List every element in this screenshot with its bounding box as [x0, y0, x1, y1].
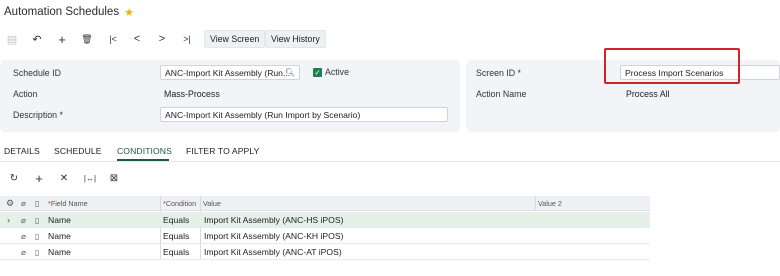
note-icon: ▯	[35, 199, 40, 208]
table-row[interactable]: › ⌀ ▯ Name Equals Import Kit Assembly (A…	[0, 212, 650, 228]
cell-field-name[interactable]: Name	[48, 228, 71, 244]
delete-row-icon[interactable]: ✕	[57, 171, 71, 185]
undo-icon[interactable]: ↶	[29, 30, 45, 48]
attachment-icon[interactable]: ⌀	[21, 244, 26, 260]
tab-details[interactable]: DETAILS	[4, 146, 40, 156]
action-value: Mass-Process	[164, 89, 220, 99]
attachment-icon[interactable]: ⌀	[21, 228, 26, 244]
grid-toolbar: ↻ + ✕ |↔| ⊠	[0, 171, 200, 186]
row-expand-icon[interactable]: ›	[7, 212, 10, 228]
active-checkbox[interactable]: ✓	[313, 68, 322, 77]
schedule-id-field[interactable]: ANC-Import Kit Assembly (Run... 🔍︎	[160, 65, 300, 80]
attachment-icon: ⌀	[21, 199, 26, 208]
action-name-value: Process All	[626, 89, 670, 99]
cell-value[interactable]: Import Kit Assembly (ANC-HS iPOS)	[204, 212, 343, 228]
cell-value[interactable]: Import Kit Assembly (ANC-KH iPOS)	[204, 228, 343, 244]
note-icon[interactable]: ▯	[35, 228, 39, 244]
search-icon[interactable]: 🔍︎	[285, 68, 295, 77]
table-row[interactable]: ⌀ ▯ Name Equals Import Kit Assembly (ANC…	[0, 244, 650, 260]
view-screen-button[interactable]: View Screen	[204, 30, 266, 48]
fit-columns-icon[interactable]: |↔|	[82, 171, 98, 185]
description-field[interactable]: ANC-Import Kit Assembly (Run Import by S…	[160, 107, 448, 122]
cell-field-name[interactable]: Name	[48, 244, 71, 260]
col-header-condition[interactable]: * Condition	[163, 196, 196, 211]
last-record-icon[interactable]: >|	[179, 30, 195, 48]
highlight-annotation	[604, 48, 740, 84]
action-label: Action	[13, 89, 38, 99]
description-label: Description *	[13, 110, 63, 120]
grid-header: ⚙ ⌀ ▯ * Field Name * Condition Value Value…	[0, 196, 650, 211]
col-header-value[interactable]: Value	[203, 196, 221, 211]
tabs-divider	[0, 161, 780, 162]
description-value: ANC-Import Kit Assembly (Run Import by S…	[165, 109, 361, 120]
main-toolbar: ▤ ↶ + 🗑 |< < > >| View Screen View Histo…	[0, 30, 780, 48]
view-history-button[interactable]: View History	[265, 30, 326, 48]
next-record-icon[interactable]: >	[154, 30, 170, 48]
cell-condition[interactable]: Equals	[163, 244, 189, 260]
cell-condition[interactable]: Equals	[163, 212, 189, 228]
refresh-icon[interactable]: ↻	[7, 171, 21, 185]
screen-id-label: Screen ID *	[476, 68, 521, 78]
action-name-label: Action Name	[476, 89, 527, 99]
tab-conditions[interactable]: CONDITIONS	[117, 146, 172, 156]
tab-schedule[interactable]: SCHEDULE	[54, 146, 102, 156]
tab-filter-to-apply[interactable]: FILTER TO APPLY	[186, 146, 259, 156]
schedule-id-value: ANC-Import Kit Assembly (Run...	[165, 67, 291, 78]
note-icon[interactable]: ▯	[35, 212, 39, 228]
active-label: Active	[325, 67, 349, 77]
export-icon[interactable]: ⊠	[107, 171, 121, 185]
star-icon[interactable]: ★	[124, 6, 134, 19]
col-header-value2[interactable]: Value 2	[538, 196, 562, 211]
add-row-icon[interactable]: +	[32, 171, 46, 186]
first-record-icon[interactable]: |<	[105, 30, 121, 48]
col-header-field-name[interactable]: * Field Name	[48, 196, 88, 211]
table-row[interactable]: ⌀ ▯ Name Equals Import Kit Assembly (ANC…	[0, 228, 650, 244]
tab-bar: DETAILS SCHEDULE CONDITIONS FILTER TO AP…	[0, 146, 780, 161]
column-divider[interactable]	[535, 196, 536, 211]
add-icon[interactable]: +	[54, 30, 70, 48]
delete-icon[interactable]: 🗑	[79, 30, 95, 48]
note-icon[interactable]: ▯	[35, 244, 39, 260]
previous-record-icon[interactable]: <	[129, 30, 145, 48]
cell-value[interactable]: Import Kit Assembly (ANC-AT iPOS)	[204, 244, 342, 260]
schedule-id-label: Schedule ID	[13, 68, 61, 78]
summary-panel: Schedule ID ANC-Import Kit Assembly (Run…	[0, 60, 460, 132]
save-icon[interactable]: ▤	[4, 30, 20, 48]
settings-icon[interactable]: ⚙	[6, 196, 14, 211]
page-title: Automation Schedules	[4, 6, 120, 18]
page-header: Automation Schedules ★	[4, 4, 134, 20]
attachment-icon[interactable]: ⌀	[21, 212, 26, 228]
cell-field-name[interactable]: Name	[48, 212, 71, 228]
cell-condition[interactable]: Equals	[163, 228, 189, 244]
